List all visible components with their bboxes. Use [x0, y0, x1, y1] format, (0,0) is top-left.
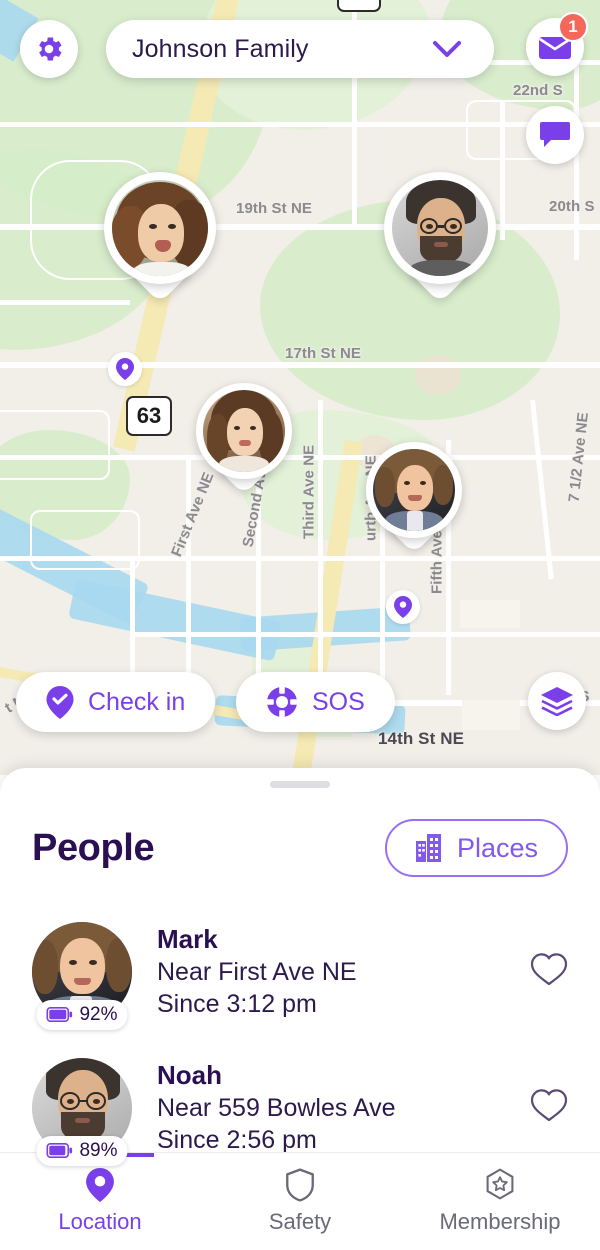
- app-root: 19th St NE 17th St NE 14th St NE 22nd S …: [0, 0, 600, 1250]
- sheet-header: People Places: [0, 808, 600, 888]
- battery-badge: 92%: [36, 999, 128, 1030]
- avatar: 92%: [32, 921, 132, 1030]
- person-name: Mark: [157, 924, 218, 955]
- person-since: Since 2:56 pm: [157, 1125, 317, 1154]
- chevron-down-icon: [432, 40, 462, 63]
- avatar: 89%: [32, 1057, 132, 1166]
- person-name: Noah: [157, 1060, 222, 1091]
- top-bar: Johnson Family 1: [0, 0, 600, 164]
- avatar: [392, 180, 488, 276]
- avatar: [373, 449, 455, 531]
- person-address: Near 559 Bowles Ave: [157, 1093, 396, 1122]
- map-pin-icon: [116, 358, 134, 380]
- map-road: [130, 632, 600, 637]
- street-label: 20th S: [549, 198, 595, 215]
- battery-icon: [46, 1143, 73, 1158]
- place-pin-east[interactable]: [386, 590, 420, 624]
- map-pin-sarah[interactable]: [104, 172, 216, 304]
- street-label: Third Ave NE: [300, 444, 318, 539]
- place-pin-west[interactable]: [108, 352, 142, 386]
- sheet-drag-handle[interactable]: [270, 781, 330, 788]
- street-label: 19th St NE: [236, 200, 313, 217]
- buildings-icon: [415, 834, 441, 862]
- highway-shield-63: 63: [126, 396, 172, 436]
- star-hexagon-icon: [486, 1168, 514, 1200]
- map-layers-button[interactable]: [528, 672, 586, 730]
- check-pin-icon: [46, 685, 74, 719]
- family-selector[interactable]: Johnson Family: [106, 20, 494, 78]
- map-road-loop: [30, 510, 140, 570]
- battery-percent: 92%: [79, 1003, 118, 1025]
- map-road-loop: [0, 410, 110, 480]
- map-pin-icon: [86, 1168, 114, 1202]
- map-canvas[interactable]: 19th St NE 17th St NE 14th St NE 22nd S …: [0, 0, 600, 775]
- places-label: Places: [456, 832, 538, 863]
- map-pin-icon: [394, 596, 412, 618]
- map-road: [318, 400, 323, 690]
- check-in-label: Check in: [88, 687, 186, 716]
- sos-label: SOS: [312, 687, 365, 716]
- map-blob: [415, 355, 461, 395]
- messages-badge: 1: [558, 12, 588, 42]
- list-item[interactable]: 92% Mark Near First Ave NE Since 3:12 pm: [0, 904, 600, 1039]
- street-label: 14th St NE: [378, 729, 465, 748]
- map-road: [130, 556, 135, 686]
- settings-button[interactable]: [20, 20, 78, 78]
- shield-icon: [286, 1168, 314, 1202]
- check-in-button[interactable]: Check in: [16, 672, 216, 732]
- life-ring-icon: [266, 686, 298, 718]
- heart-outline-icon: [530, 1089, 568, 1122]
- nav-label-safety: Safety: [268, 1209, 332, 1234]
- avatar: [203, 390, 285, 472]
- battery-badge: 89%: [36, 1135, 128, 1166]
- messages-button[interactable]: 1: [526, 12, 588, 76]
- person-address: Near First Ave NE: [157, 957, 357, 986]
- avatar: [112, 180, 208, 276]
- favorite-button[interactable]: [530, 952, 568, 991]
- street-label: 17th St NE: [285, 345, 362, 362]
- person-since: Since 3:12 pm: [157, 989, 317, 1018]
- map-block: [462, 700, 520, 730]
- map-pin-noah[interactable]: [384, 172, 496, 304]
- map-block: [460, 600, 520, 628]
- map-road: [0, 362, 600, 368]
- person-info: Mark Near First Ave NE Since 3:12 pm: [157, 923, 530, 1020]
- chat-bubble-icon: [540, 122, 570, 147]
- heart-outline-icon: [530, 953, 568, 986]
- nav-item-location[interactable]: Location: [0, 1168, 200, 1235]
- map-road: [186, 455, 191, 685]
- sos-button[interactable]: SOS: [236, 672, 395, 732]
- nav-item-membership[interactable]: Membership: [400, 1168, 600, 1235]
- person-info: Noah Near 559 Bowles Ave Since 2:56 pm: [157, 1059, 530, 1156]
- map-road: [530, 399, 554, 580]
- battery-percent: 89%: [79, 1139, 118, 1161]
- nav-item-safety[interactable]: Safety: [200, 1168, 400, 1235]
- map-pin-emma[interactable]: [196, 383, 292, 497]
- bottom-nav: Location Safety Membership: [0, 1152, 600, 1250]
- layers-icon: [541, 687, 573, 716]
- gear-icon: [39, 37, 62, 61]
- chat-button[interactable]: [526, 106, 584, 164]
- family-name-label: Johnson Family: [132, 34, 309, 63]
- map-pin-mark[interactable]: [366, 442, 462, 556]
- page-title: People: [32, 826, 155, 869]
- favorite-button[interactable]: [530, 1088, 568, 1127]
- nav-label-location: Location: [58, 1209, 142, 1234]
- places-button[interactable]: Places: [384, 819, 568, 877]
- nav-label-membership: Membership: [439, 1209, 561, 1234]
- battery-icon: [46, 1007, 73, 1022]
